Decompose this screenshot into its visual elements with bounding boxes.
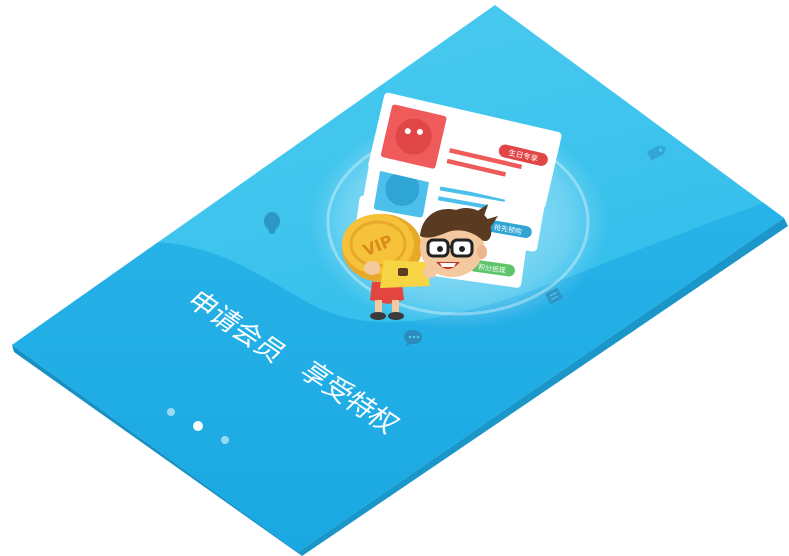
onboarding-screen: 积分抵现 抢先预购 生日专享 VIP 申请会员 享受特权: [12, 5, 788, 556]
page-dot-2[interactable]: [193, 421, 203, 431]
device-mockup: 积分抵现 抢先预购 生日专享 VIP 申请会员 享受特权: [0, 0, 789, 556]
page-dot-3[interactable]: [221, 436, 229, 444]
page-dot-1[interactable]: [167, 408, 175, 416]
